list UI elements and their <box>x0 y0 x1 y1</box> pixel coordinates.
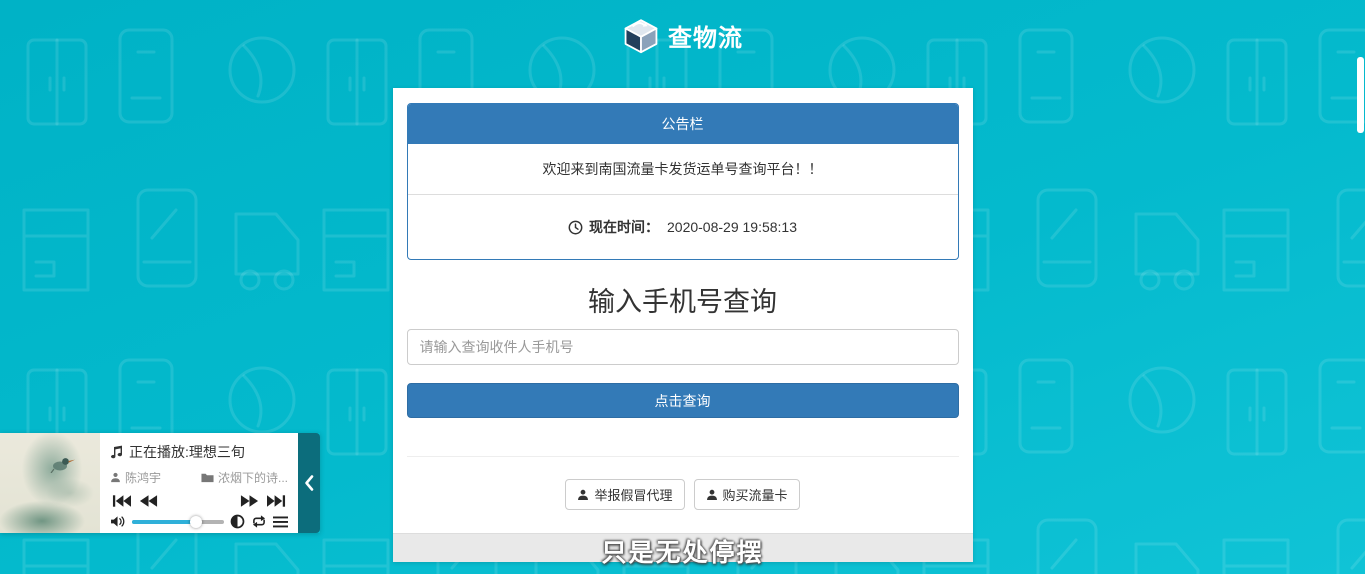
parcel-box-icon <box>622 16 660 54</box>
contrast-toggle-icon[interactable] <box>230 514 245 529</box>
time-label: 现在时间： <box>589 217 659 237</box>
page-title: 输入手机号查询 <box>407 280 959 319</box>
album-name: 浓烟下的诗... <box>218 469 288 486</box>
artist-item: 陈鸿宇 <box>110 469 161 486</box>
main-card: 公告栏 欢迎来到南国流量卡发货运单号查询平台！！ 现在时间： 2020-08-2… <box>393 88 973 562</box>
page: { "page": { "logo_text": "查物流", "lyric":… <box>0 0 1365 574</box>
chevron-left-icon <box>303 474 315 492</box>
fast-forward-button[interactable] <box>240 494 259 508</box>
person-icon <box>706 489 718 501</box>
announcement-header: 公告栏 <box>408 104 958 144</box>
artist-icon <box>110 472 121 483</box>
volume-icon[interactable] <box>110 515 126 528</box>
player-progress-fill <box>132 520 196 524</box>
clock-icon <box>568 220 583 235</box>
rewind-button[interactable] <box>139 494 158 508</box>
announcement-welcome: 欢迎来到南国流量卡发货运单号查询平台！！ <box>408 144 958 195</box>
query-button[interactable]: 点击查询 <box>407 383 959 418</box>
scrollbar-thumb[interactable] <box>1357 57 1364 133</box>
person-icon <box>577 489 589 501</box>
time-value: 2020-08-29 19:58:13 <box>667 219 797 235</box>
player-panel: 正在播放:理想三旬 陈鸿宇 浓烟下的诗... <box>100 433 298 533</box>
player-controls <box>110 494 288 508</box>
folder-icon <box>201 472 214 483</box>
now-playing-text: 正在播放:理想三旬 <box>129 442 245 462</box>
player-collapse-tab[interactable] <box>298 433 320 533</box>
announcement-time-row: 现在时间： 2020-08-29 19:58:13 <box>408 195 958 259</box>
playlist-menu-icon[interactable] <box>273 516 288 528</box>
phone-input[interactable] <box>407 329 959 365</box>
buy-data-card-button[interactable]: 购买流量卡 <box>694 479 800 510</box>
bird-illustration <box>50 455 76 473</box>
player-bottom-row <box>110 514 288 529</box>
logo-text: 查物流 <box>668 18 743 53</box>
loop-icon[interactable] <box>251 515 267 528</box>
actions-row: 举报假冒代理 购买流量卡 <box>407 479 959 510</box>
player-meta-row: 陈鸿宇 浓烟下的诗... <box>110 469 288 486</box>
announcement-panel: 公告栏 欢迎来到南国流量卡发货运单号查询平台！！ 现在时间： 2020-08-2… <box>407 103 959 260</box>
album-art <box>0 433 100 533</box>
site-logo: 查物流 <box>0 16 1365 54</box>
music-note-icon <box>110 445 123 460</box>
lyric-overlay: 只是无处停摆 <box>0 533 1365 569</box>
music-player: 正在播放:理想三旬 陈鸿宇 浓烟下的诗... <box>0 433 320 533</box>
slider-knob[interactable] <box>190 516 202 528</box>
album-item: 浓烟下的诗... <box>201 469 288 486</box>
now-playing-row: 正在播放:理想三旬 <box>110 442 288 462</box>
card-body: 公告栏 欢迎来到南国流量卡发货运单号查询平台！！ 现在时间： 2020-08-2… <box>393 88 973 555</box>
progress-slider[interactable] <box>132 516 224 528</box>
skip-back-button[interactable] <box>112 494 131 508</box>
divider <box>407 456 959 457</box>
skip-next-button[interactable] <box>267 494 286 508</box>
report-fake-agent-button[interactable]: 举报假冒代理 <box>565 479 684 510</box>
artist-name: 陈鸿宇 <box>125 469 161 486</box>
